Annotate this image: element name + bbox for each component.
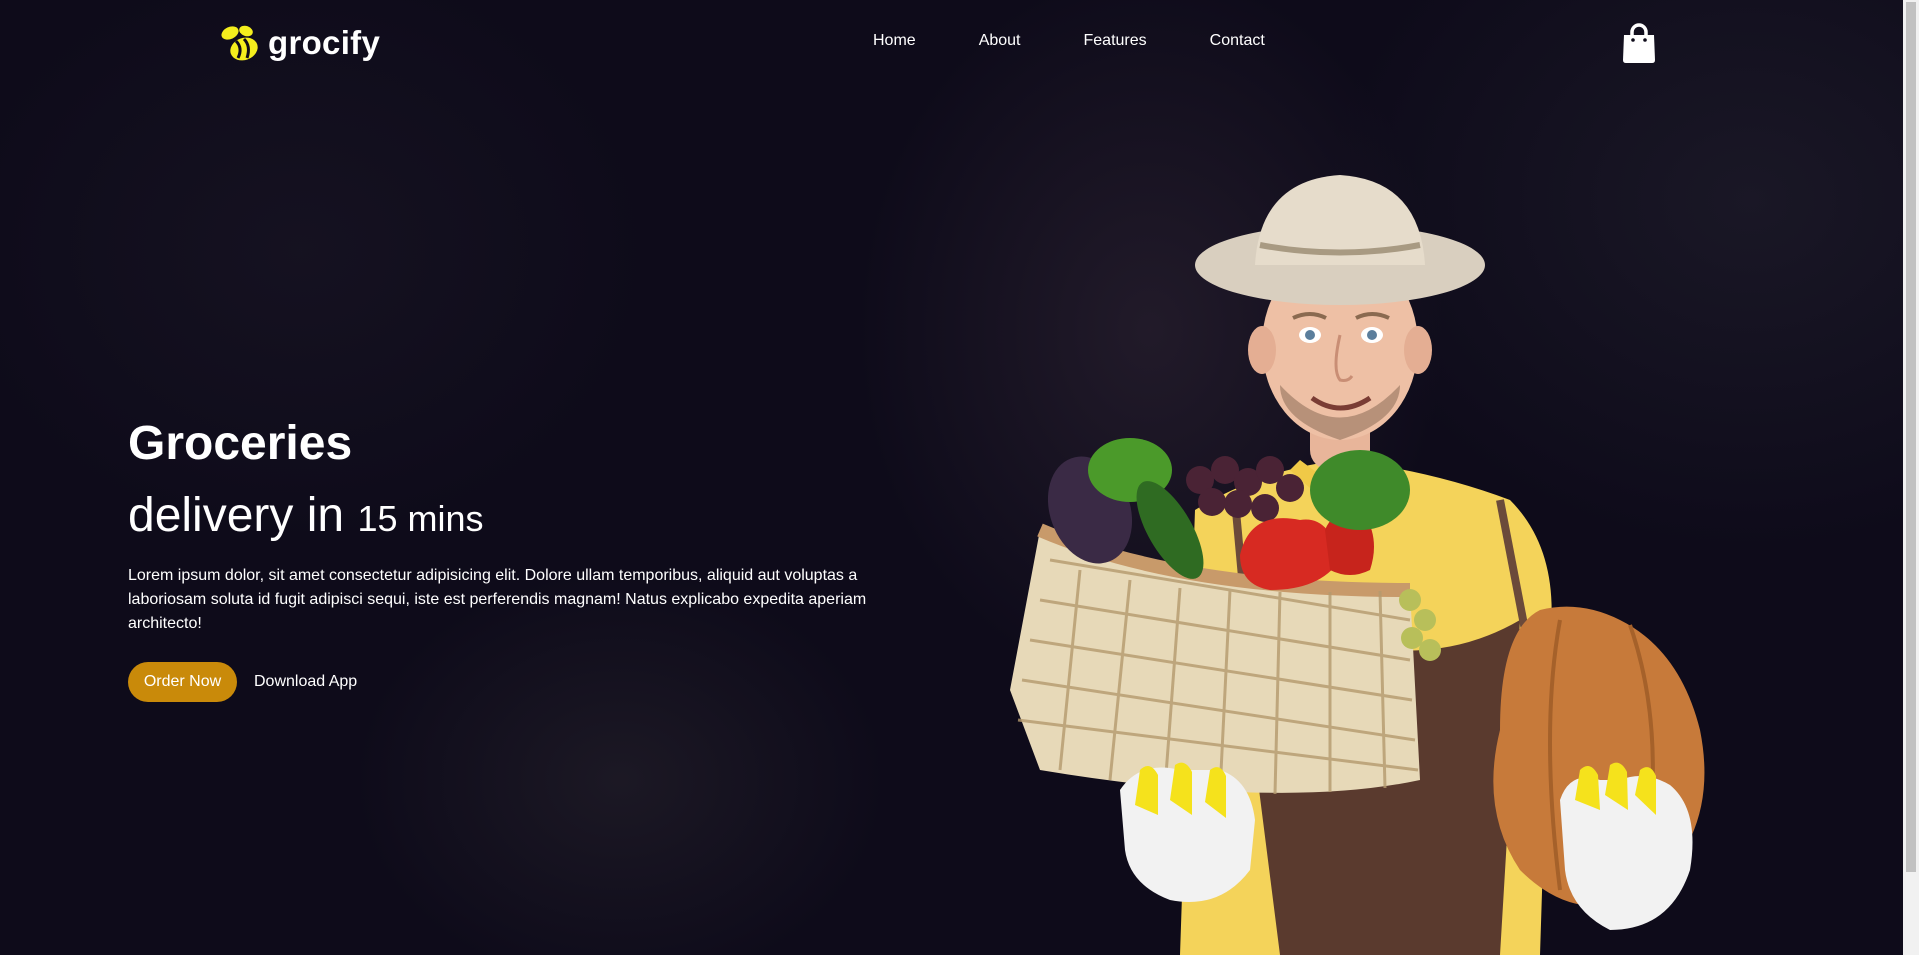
shopping-bag-icon bbox=[1623, 23, 1655, 63]
cart-button[interactable] bbox=[1621, 22, 1657, 64]
hero-subtitle-time: 15 mins bbox=[357, 498, 484, 539]
scrollbar-thumb[interactable] bbox=[1906, 2, 1916, 872]
nav-home[interactable]: Home bbox=[873, 32, 916, 50]
brand-name: grocify bbox=[268, 24, 381, 61]
hero-description: Lorem ipsum dolor, sit amet consectetur … bbox=[128, 567, 867, 632]
farmer-image bbox=[1010, 175, 1705, 955]
hero-subtitle-main: delivery in bbox=[128, 489, 345, 542]
hero-page: grocify Home About Features Contact Groc… bbox=[0, 0, 1903, 955]
nav-about[interactable]: About bbox=[979, 32, 1021, 50]
nav-contact[interactable]: Contact bbox=[1210, 32, 1265, 50]
order-now-button[interactable]: Order Now bbox=[128, 662, 237, 702]
brand-logo[interactable]: grocify bbox=[216, 20, 380, 66]
hero-subtitle: delivery in 15 mins bbox=[128, 488, 484, 547]
hero-title: Groceries bbox=[128, 417, 353, 470]
main-nav: Home About Features Contact bbox=[873, 32, 1265, 50]
vertical-scrollbar[interactable] bbox=[1903, 0, 1919, 955]
download-app-button[interactable]: Download App bbox=[254, 662, 357, 702]
bee-icon bbox=[221, 25, 258, 61]
nav-features[interactable]: Features bbox=[1084, 32, 1147, 50]
